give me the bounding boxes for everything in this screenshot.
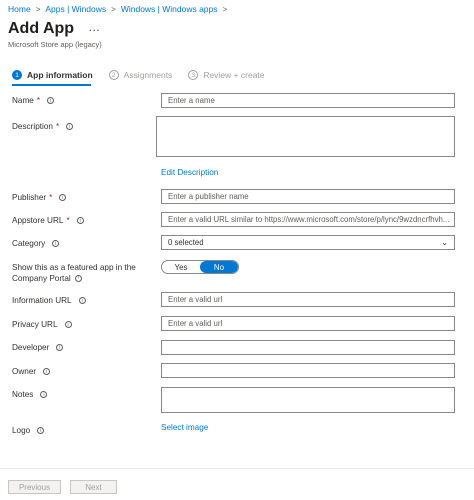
- appstore-url-label: Appstore URL * i: [12, 216, 84, 225]
- info-icon[interactable]: i: [78, 297, 86, 304]
- info-icon[interactable]: i: [74, 275, 82, 282]
- info-icon[interactable]: i: [40, 391, 48, 398]
- logo-label-text: Logo: [12, 426, 31, 435]
- tab-assignments[interactable]: 2 Assignments: [108, 70, 173, 80]
- category-value: 0 selected: [168, 238, 204, 247]
- category-select[interactable]: 0 selected ⌄: [161, 235, 455, 250]
- category-label: Category i: [12, 239, 60, 248]
- logo-label: Logo i: [12, 426, 45, 435]
- footer-divider: [0, 468, 474, 469]
- privacy-url-placeholder: Enter a valid url: [168, 319, 223, 328]
- step-label: Review + create: [203, 70, 265, 80]
- info-icon[interactable]: i: [66, 123, 74, 130]
- info-icon[interactable]: i: [64, 321, 72, 328]
- publisher-label-text: Publisher: [12, 193, 47, 202]
- page-subtitle: Microsoft Store app (legacy): [8, 40, 102, 49]
- step-number-1: 1: [12, 70, 22, 80]
- name-input[interactable]: Enter a name: [161, 93, 455, 108]
- required-marker: *: [55, 122, 60, 131]
- breadcrumb-home[interactable]: Home: [8, 4, 31, 14]
- page-title: Add App: [8, 20, 75, 37]
- information-url-label-text: Information URL: [12, 296, 72, 305]
- wizard-steps: 1 App information 2 Assignments 3 Review…: [12, 70, 281, 80]
- publisher-input[interactable]: Enter a publisher name: [161, 189, 455, 204]
- chevron-right-icon: >: [111, 4, 116, 14]
- breadcrumb-apps-windows[interactable]: Apps | Windows: [45, 4, 106, 14]
- toggle-no[interactable]: No: [200, 261, 238, 273]
- tab-review-create[interactable]: 3 Review + create: [188, 70, 265, 80]
- notes-label: Notes i: [12, 390, 48, 399]
- name-label: Name * i: [12, 96, 55, 105]
- previous-button[interactable]: Previous: [8, 480, 61, 494]
- publisher-label: Publisher * i: [12, 193, 67, 202]
- tab-app-information[interactable]: 1 App information: [12, 70, 93, 80]
- description-label: Description * i: [12, 122, 74, 131]
- privacy-url-input[interactable]: Enter a valid url: [161, 316, 455, 331]
- step-number-3: 3: [188, 70, 199, 80]
- edit-description-link[interactable]: Edit Description: [161, 168, 218, 177]
- info-icon[interactable]: i: [76, 217, 84, 224]
- developer-label: Developer i: [12, 343, 64, 352]
- chevron-down-icon: ⌄: [441, 238, 448, 247]
- name-placeholder: Enter a name: [168, 96, 215, 105]
- notes-label-text: Notes: [12, 390, 34, 399]
- breadcrumb-windows-apps[interactable]: Windows | Windows apps: [121, 4, 218, 14]
- info-icon[interactable]: i: [59, 194, 67, 201]
- info-icon[interactable]: i: [37, 427, 45, 434]
- description-textarea[interactable]: [156, 116, 455, 157]
- privacy-url-label-text: Privacy URL: [12, 320, 58, 329]
- appstore-url-input[interactable]: Enter a valid URL similar to https://www…: [161, 212, 455, 227]
- appstore-url-label-text: Appstore URL: [12, 216, 64, 225]
- name-label-text: Name: [12, 96, 34, 105]
- publisher-placeholder: Enter a publisher name: [168, 192, 249, 201]
- title-row: Add App …: [8, 20, 101, 38]
- description-label-text: Description: [12, 122, 53, 131]
- step-label: App information: [27, 70, 93, 80]
- information-url-placeholder: Enter a valid url: [168, 295, 223, 304]
- more-options-icon[interactable]: …: [88, 20, 101, 34]
- owner-label-text: Owner: [12, 367, 37, 376]
- required-marker: *: [66, 216, 70, 225]
- developer-input[interactable]: [161, 340, 455, 355]
- active-tab-underline: [12, 84, 91, 86]
- toggle-yes[interactable]: Yes: [162, 261, 200, 273]
- info-icon[interactable]: i: [43, 368, 51, 375]
- chevron-right-icon: >: [222, 4, 228, 14]
- developer-label-text: Developer: [12, 343, 50, 352]
- information-url-input[interactable]: Enter a valid url: [161, 292, 455, 307]
- info-icon[interactable]: i: [56, 344, 64, 351]
- breadcrumb: Home > Apps | Windows > Windows | Window…: [8, 4, 227, 14]
- appstore-url-placeholder: Enter a valid URL similar to https://www…: [168, 215, 450, 224]
- privacy-url-label: Privacy URL i: [12, 320, 72, 329]
- notes-textarea[interactable]: [161, 387, 455, 413]
- select-image-link[interactable]: Select image: [161, 423, 208, 432]
- info-icon[interactable]: i: [47, 97, 55, 104]
- category-label-text: Category: [12, 239, 46, 248]
- owner-input[interactable]: [161, 363, 455, 378]
- step-number-2: 2: [108, 70, 119, 80]
- info-icon[interactable]: i: [52, 240, 60, 247]
- information-url-label: Information URL i: [12, 296, 86, 305]
- owner-label: Owner i: [12, 367, 51, 376]
- featured-label-line2: Company Portal: [12, 274, 71, 283]
- next-button[interactable]: Next: [70, 480, 117, 494]
- featured-label-line2-row: Company Portal i: [12, 273, 136, 284]
- step-label: Assignments: [123, 70, 173, 80]
- required-marker: *: [36, 96, 41, 105]
- featured-label: Show this as a featured app in the Compa…: [12, 262, 136, 284]
- chevron-right-icon: >: [35, 4, 41, 14]
- featured-toggle[interactable]: Yes No: [161, 260, 239, 274]
- required-marker: *: [49, 193, 53, 202]
- featured-label-line1: Show this as a featured app in the: [12, 263, 136, 272]
